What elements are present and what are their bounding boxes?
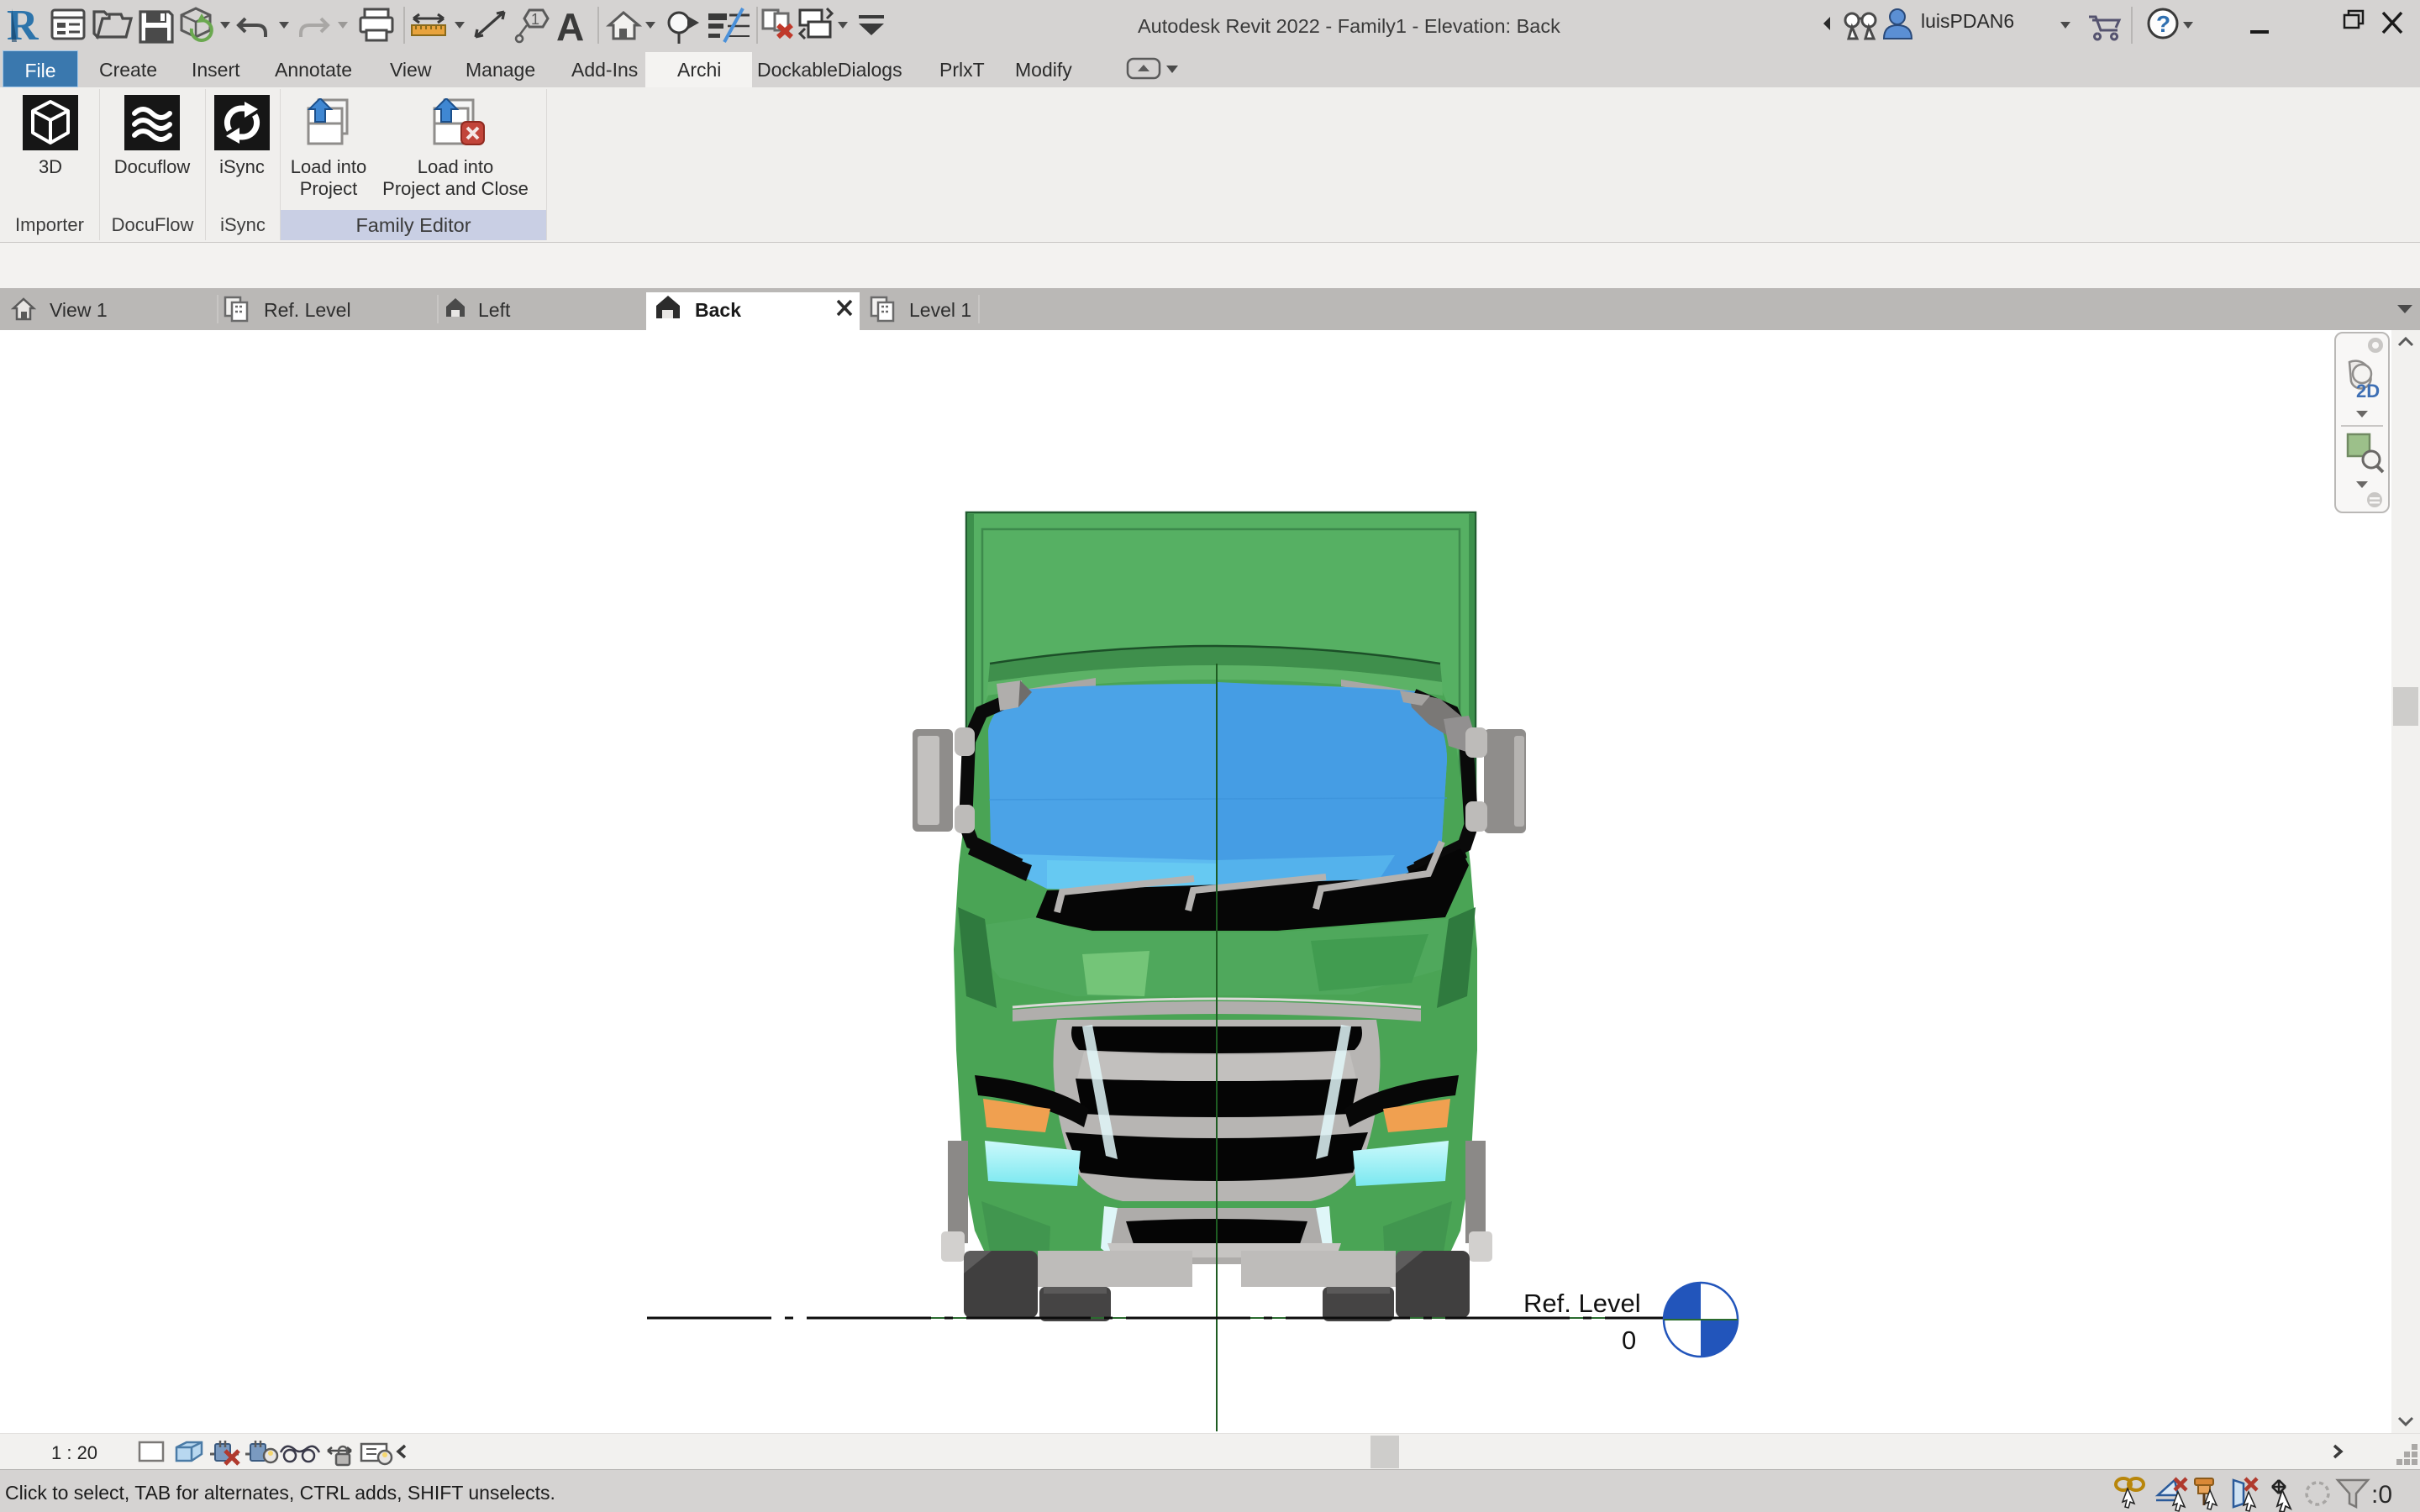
svg-text:1: 1 [531,11,539,28]
svg-text:0: 0 [1622,1326,1636,1355]
svg-text:Ref. Level: Ref. Level [1523,1289,1641,1318]
svg-text:A: A [556,5,584,49]
svg-text:R: R [7,2,39,50]
svg-text:?: ? [2156,11,2170,37]
svg-text:2D: 2D [2356,381,2380,402]
svg-text:luisPDAN6: luisPDAN6 [1921,10,2014,32]
svg-text::0: :0 [2371,1481,2392,1509]
